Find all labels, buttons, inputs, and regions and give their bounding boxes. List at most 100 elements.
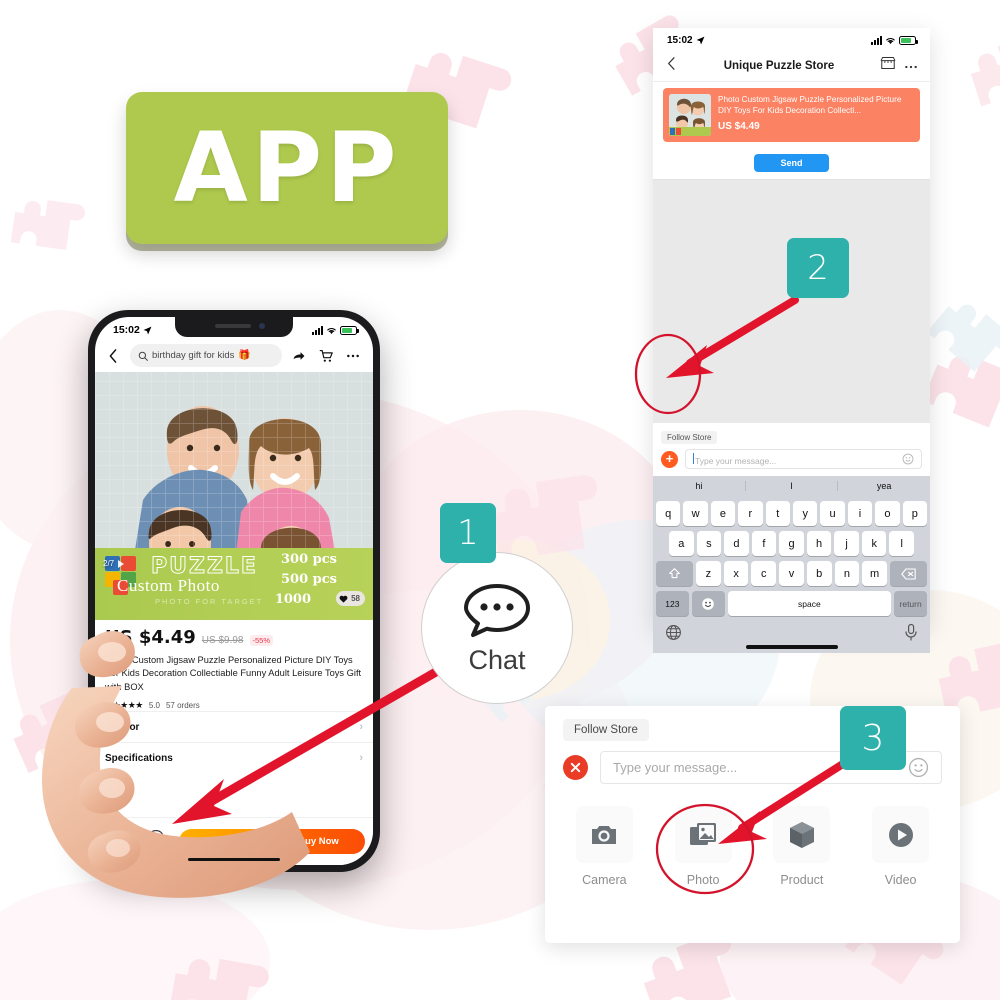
suggestion-3[interactable]: yea bbox=[837, 481, 930, 491]
search-input[interactable]: birthday gift for kids 🎁 bbox=[130, 344, 282, 367]
key-x[interactable]: x bbox=[723, 561, 749, 586]
photo-tile bbox=[674, 806, 732, 863]
close-attachment-button[interactable] bbox=[563, 755, 588, 780]
key-z[interactable]: z bbox=[696, 561, 721, 586]
emoji-key[interactable] bbox=[691, 591, 725, 616]
key-v[interactable]: v bbox=[779, 561, 804, 586]
camera-label: Camera bbox=[582, 873, 627, 887]
microphone-icon[interactable] bbox=[904, 623, 918, 641]
key-j[interactable]: j bbox=[834, 531, 859, 556]
chat-input-zone: Follow Store + Type your message... bbox=[653, 423, 930, 476]
wifi-icon bbox=[886, 38, 895, 44]
follow-store-pill[interactable]: Follow Store bbox=[661, 431, 718, 444]
gift-emoji-icon: 🎁 bbox=[238, 350, 251, 361]
product-info: US $4.49 US $9.98 -55% Photo Custom Jigs… bbox=[95, 620, 373, 773]
key-p[interactable]: p bbox=[902, 501, 928, 526]
keyboard-suggestions: hi I yea bbox=[653, 476, 930, 496]
key-y[interactable]: y bbox=[793, 501, 818, 526]
back-icon[interactable] bbox=[103, 346, 123, 366]
plus-attachment-button[interactable]: + bbox=[661, 450, 678, 468]
product-hero-image[interactable]: 2/7 PUZZLE Custom Photo PHOTO FOR TARGET bbox=[95, 372, 373, 620]
key-m[interactable]: m bbox=[862, 561, 887, 586]
wifi-icon bbox=[327, 327, 336, 334]
chat-header: Unique Puzzle Store bbox=[653, 50, 930, 82]
store-icon bbox=[110, 829, 126, 842]
key-b[interactable]: b bbox=[806, 561, 832, 586]
more-icon[interactable] bbox=[343, 346, 363, 366]
key-n[interactable]: n bbox=[834, 561, 860, 586]
option-row-color[interactable]: 8 Color › bbox=[95, 711, 373, 742]
location-arrow-icon bbox=[143, 326, 152, 334]
chat-bubble-icon bbox=[148, 829, 164, 842]
app-badge-label: APP bbox=[173, 112, 401, 224]
photo-label: Photo bbox=[686, 873, 720, 887]
key-e[interactable]: e bbox=[710, 501, 736, 526]
banner-pcs-300: 300 pcs bbox=[281, 552, 337, 567]
key-u[interactable]: u bbox=[820, 501, 845, 526]
share-icon[interactable] bbox=[289, 346, 309, 366]
option-label-specifications: Specifications bbox=[105, 752, 173, 764]
like-count-badge[interactable]: 58 bbox=[336, 591, 365, 606]
numbers-key[interactable]: 123 bbox=[656, 591, 689, 616]
key-a[interactable]: a bbox=[668, 531, 694, 556]
suggestion-1[interactable]: hi bbox=[653, 481, 745, 491]
key-t[interactable]: t bbox=[765, 501, 790, 526]
key-r[interactable]: r bbox=[738, 501, 763, 526]
attachment-option-video[interactable]: Video bbox=[851, 806, 950, 887]
chat-callout-badge: Chat bbox=[421, 552, 573, 704]
key-d[interactable]: d bbox=[724, 531, 749, 556]
key-k[interactable]: k bbox=[861, 531, 887, 556]
attachment-option-photo[interactable]: Photo bbox=[654, 806, 753, 887]
chat-store-button[interactable] bbox=[880, 56, 896, 75]
step-badge-1: 1 bbox=[440, 503, 496, 563]
home-indicator bbox=[745, 645, 838, 649]
attachment-option-product[interactable]: Product bbox=[753, 806, 852, 887]
product-tile bbox=[773, 806, 831, 863]
key-c[interactable]: c bbox=[751, 561, 777, 586]
chat-back-button[interactable] bbox=[665, 56, 678, 75]
chat-screen: 15:02 Unique Puzzle Store Photo Custom J… bbox=[653, 28, 930, 653]
chat-product-thumbnail bbox=[669, 94, 711, 136]
chat-button[interactable]: Chat bbox=[141, 829, 171, 855]
key-f[interactable]: f bbox=[751, 531, 777, 556]
backspace-key[interactable] bbox=[889, 561, 928, 586]
play-icon[interactable] bbox=[118, 559, 125, 568]
rating-row: ★★★★★ 5.0 57 orders bbox=[105, 700, 363, 711]
buy-now-button[interactable]: Buy Now bbox=[272, 829, 365, 854]
key-i[interactable]: i bbox=[847, 501, 873, 526]
step-badge-2: 2 bbox=[787, 238, 849, 298]
option-row-specifications[interactable]: Specifications › bbox=[95, 742, 373, 773]
price-original: US $9.98 bbox=[201, 635, 244, 646]
globe-icon[interactable] bbox=[665, 624, 682, 641]
send-button[interactable]: Send bbox=[754, 154, 829, 172]
key-l[interactable]: l bbox=[889, 531, 915, 556]
store-button[interactable]: Store bbox=[103, 829, 133, 855]
attachment-option-camera[interactable]: Camera bbox=[555, 806, 654, 887]
attach-follow-store-pill[interactable]: Follow Store bbox=[563, 719, 649, 741]
smiley-icon[interactable] bbox=[908, 757, 929, 778]
key-s[interactable]: s bbox=[696, 531, 722, 556]
battery-icon bbox=[340, 325, 359, 335]
chat-more-button[interactable] bbox=[904, 57, 918, 75]
return-key[interactable]: return bbox=[894, 591, 927, 616]
chat-product-price: US $4.49 bbox=[718, 120, 760, 132]
smiley-icon[interactable] bbox=[902, 453, 914, 465]
shift-key[interactable] bbox=[656, 561, 694, 586]
chat-message-input[interactable]: Type your message... bbox=[685, 449, 922, 469]
key-o[interactable]: o bbox=[875, 501, 900, 526]
smiley-icon bbox=[702, 597, 714, 610]
cart-icon[interactable] bbox=[316, 346, 336, 366]
chat-product-card[interactable]: Photo Custom Jigsaw Puzzle Personalized … bbox=[663, 88, 920, 142]
attachment-options-grid: Camera Photo Product Video bbox=[545, 784, 960, 887]
product-label: Product bbox=[780, 873, 824, 887]
banner-pcs-500: 500 pcs bbox=[281, 572, 337, 587]
key-w[interactable]: w bbox=[683, 501, 708, 526]
app-badge: APP bbox=[126, 92, 448, 244]
add-to-cart-button[interactable]: Add To Cart bbox=[179, 829, 272, 854]
space-key[interactable]: space bbox=[727, 591, 892, 616]
key-g[interactable]: g bbox=[779, 531, 804, 556]
suggestion-2[interactable]: I bbox=[744, 481, 838, 491]
key-h[interactable]: h bbox=[806, 531, 832, 556]
key-q[interactable]: q bbox=[655, 501, 681, 526]
chat-message-placeholder-wrap: Type your message... bbox=[693, 452, 776, 466]
